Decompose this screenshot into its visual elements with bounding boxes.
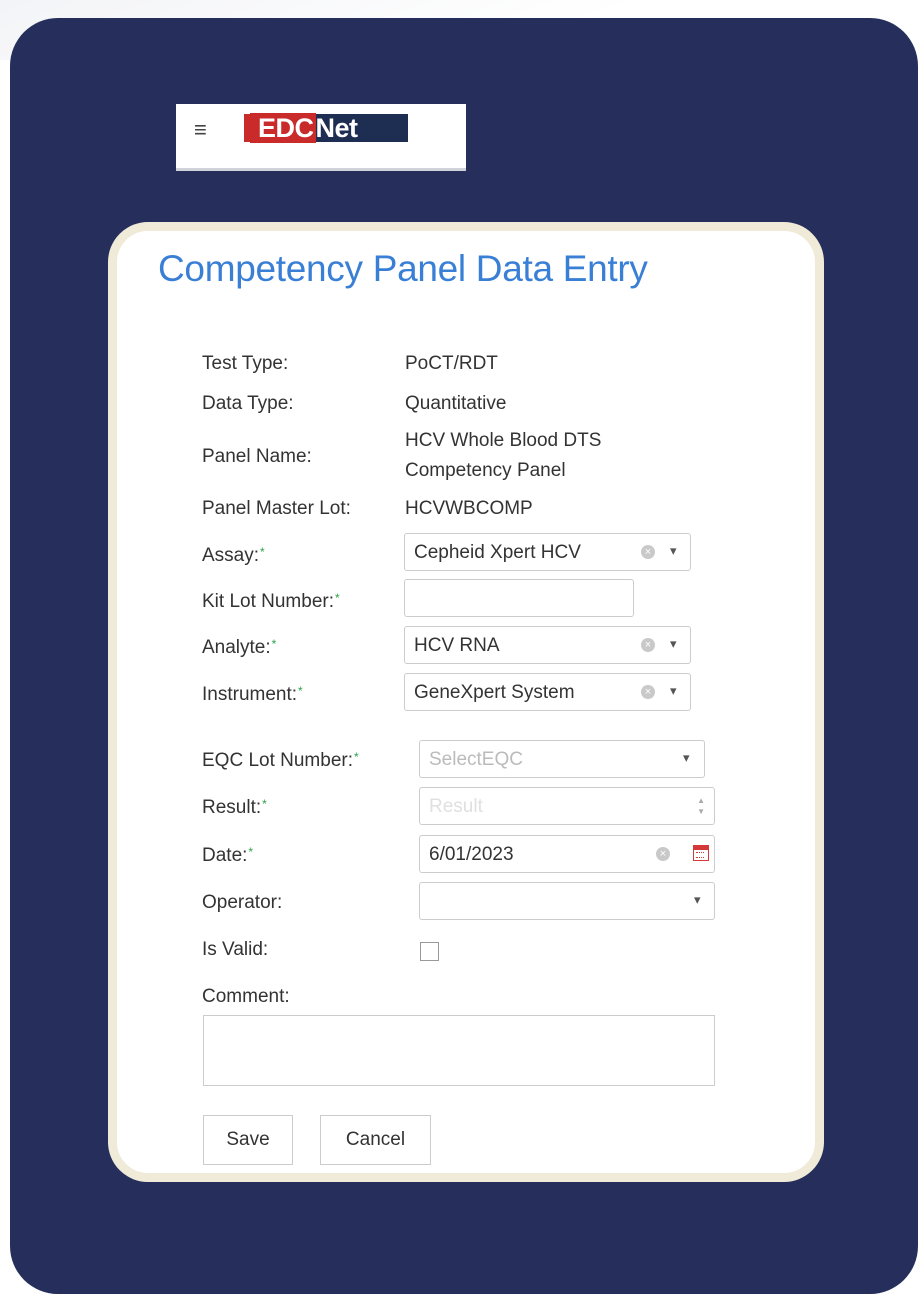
comment-textarea[interactable] — [203, 1015, 715, 1086]
edcnet-logo[interactable]: EDCNet — [244, 113, 408, 143]
analyte-label-text: Analyte: — [202, 637, 271, 658]
chevron-down-icon[interactable]: ▾ — [670, 636, 677, 652]
is-valid-label: Is Valid: — [202, 939, 269, 960]
is-valid-checkbox[interactable] — [420, 942, 439, 961]
panel-name-value-line2: Competency Panel — [405, 460, 566, 481]
date-input[interactable]: 6/01/2023 × — [419, 835, 715, 873]
assay-select[interactable]: Cepheid Xpert HCV × ▾ — [404, 533, 691, 571]
required-marker: * — [260, 545, 265, 559]
test-type-value: PoCT/RDT — [405, 353, 498, 374]
result-label-text: Result: — [202, 797, 262, 818]
panel-name-label: Panel Name: — [202, 446, 312, 467]
page-title: Competency Panel Data Entry — [158, 248, 648, 289]
required-marker: * — [298, 684, 303, 698]
chevron-down-icon[interactable]: ▾ — [694, 892, 701, 908]
required-marker: * — [248, 845, 254, 859]
calendar-icon[interactable] — [693, 845, 709, 861]
eqc-lot-placeholder: SelectEQC — [429, 749, 523, 770]
eqc-lot-label: EQC Lot Number:* — [202, 750, 359, 772]
instrument-label: Instrument:* — [202, 684, 303, 706]
hamburger-icon[interactable]: ≡ — [194, 119, 207, 141]
instrument-value: GeneXpert System — [414, 682, 575, 703]
eqc-lot-label-text: EQC Lot Number: — [202, 750, 353, 771]
data-type-value: Quantitative — [405, 393, 507, 414]
analyte-value: HCV RNA — [414, 635, 500, 656]
assay-value: Cepheid Xpert HCV — [414, 542, 581, 563]
chevron-down-icon[interactable]: ▾ — [670, 543, 677, 559]
required-marker: * — [335, 591, 340, 605]
kit-lot-input[interactable] — [404, 579, 634, 617]
operator-select[interactable]: ▾ — [419, 882, 715, 920]
clear-circle-icon[interactable]: × — [641, 545, 655, 559]
kit-lot-label-text: Kit Lot Number: — [202, 591, 334, 612]
analyte-select[interactable]: HCV RNA × ▾ — [404, 626, 691, 664]
panel-master-lot-value: HCVWBCOMP — [405, 498, 533, 519]
chevron-down-icon[interactable]: ▾ — [683, 750, 690, 766]
panel-name-value-line1: HCV Whole Blood DTS — [405, 430, 602, 451]
result-placeholder: Result — [429, 796, 483, 817]
panel-master-lot-label: Panel Master Lot: — [202, 498, 351, 519]
result-input[interactable]: Result ▲ ▼ — [419, 787, 715, 825]
test-type-label: Test Type: — [202, 353, 289, 374]
logo-text-net: Net — [315, 113, 359, 143]
clear-circle-icon[interactable]: × — [641, 638, 655, 652]
required-marker: * — [262, 797, 267, 811]
instrument-label-text: Instrument: — [202, 684, 298, 705]
result-label: Result:* — [202, 797, 267, 819]
data-type-label: Data Type: — [202, 393, 294, 414]
required-marker: * — [271, 637, 277, 651]
operator-label: Operator: — [202, 892, 283, 913]
analyte-label: Analyte:* — [202, 637, 276, 659]
date-label: Date:* — [202, 845, 253, 867]
kit-lot-label: Kit Lot Number:* — [202, 591, 340, 613]
logo-text-edc: EDC — [250, 113, 316, 143]
clear-circle-icon[interactable]: × — [656, 847, 670, 861]
chevron-down-icon[interactable]: ▾ — [670, 683, 677, 699]
date-value: 6/01/2023 — [429, 844, 514, 865]
eqc-lot-select[interactable]: SelectEQC ▾ — [419, 740, 705, 778]
assay-label-text: Assay: — [202, 545, 260, 566]
instrument-select[interactable]: GeneXpert System × ▾ — [404, 673, 691, 711]
comment-label: Comment: — [202, 986, 290, 1007]
cancel-button[interactable]: Cancel — [320, 1115, 431, 1165]
clear-circle-icon[interactable]: × — [641, 685, 655, 699]
spinner-arrows-icon[interactable]: ▲ ▼ — [697, 795, 705, 817]
date-label-text: Date: — [202, 845, 248, 866]
save-button[interactable]: Save — [203, 1115, 293, 1165]
required-marker: * — [354, 750, 359, 764]
assay-label: Assay:* — [202, 545, 265, 567]
